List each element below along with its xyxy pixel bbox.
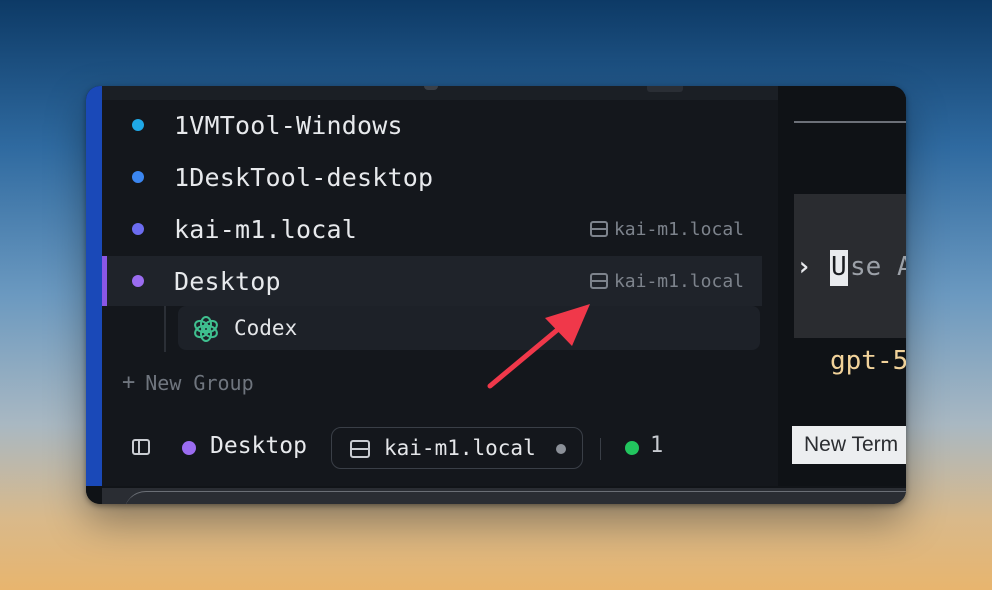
window-bottom-curve: [124, 491, 906, 504]
host-selector-button[interactable]: kai-m1.local: [331, 427, 583, 469]
partial-glyph: [424, 86, 438, 90]
sidebar-item-label: kai-m1.local: [174, 214, 358, 244]
workspace-label: Desktop: [210, 433, 307, 459]
window-accent-strip-bottom: [86, 486, 102, 504]
status-dot-icon: [132, 223, 144, 235]
host-status-dot: [556, 444, 566, 454]
sidebar-item-kai-m1-local[interactable]: kai-m1.local kai-m1.local: [102, 204, 762, 254]
new-group-button[interactable]: + New Group: [122, 370, 254, 395]
terminal-pane[interactable]: › U se A gpt-5 New Term: [778, 86, 906, 486]
sidebar-item-host-label: kai-m1.local: [613, 270, 744, 292]
sidebar-top-partial-row: [102, 86, 778, 100]
server-icon: [589, 221, 608, 237]
plus-icon: +: [122, 370, 136, 395]
app-window: 1VMTool-Windows 1DeskTool-desktop kai-m1…: [86, 86, 906, 504]
model-name: gpt-5: [830, 346, 906, 376]
openai-icon: [194, 316, 218, 342]
cursor-char: U: [831, 252, 847, 282]
sidebar-child-label: Codex: [234, 316, 298, 340]
sidebar-item-1vmtool-windows[interactable]: 1VMTool-Windows: [102, 100, 762, 150]
sidebar-item-host: kai-m1.local: [589, 218, 744, 240]
selection-indicator: [102, 256, 107, 306]
partial-badge: [647, 86, 683, 92]
active-count-dot: [625, 441, 639, 455]
sidebar-item-desktop[interactable]: Desktop kai-m1.local: [102, 256, 762, 306]
sidebar-item-1desktool-desktop[interactable]: 1DeskTool-desktop: [102, 152, 762, 202]
host-label: kai-m1.local: [384, 436, 536, 460]
sidebar-toggle-icon[interactable]: [132, 439, 150, 455]
sidebar-item-label: 1VMTool-Windows: [174, 110, 403, 140]
prompt-chevron: ›: [796, 252, 812, 282]
sidebar-child-codex[interactable]: Codex: [178, 306, 760, 350]
new-terminal-button[interactable]: New Term: [792, 426, 906, 464]
sidebar-item-label: Desktop: [174, 266, 281, 296]
sidebar-item-host: kai-m1.local: [589, 270, 744, 292]
terminal-rule: [794, 121, 906, 123]
status-dot-icon: [132, 275, 144, 287]
status-dot-icon: [132, 171, 144, 183]
active-count: 1: [650, 433, 664, 458]
text-cursor: U: [830, 250, 848, 286]
session-sidebar: 1VMTool-Windows 1DeskTool-desktop kai-m1…: [102, 86, 792, 408]
status-dot-icon: [132, 119, 144, 131]
statusbar-separator: [600, 438, 601, 460]
new-group-label: New Group: [145, 370, 254, 395]
workspace-status-dot: [182, 441, 196, 455]
input-placeholder: se A: [850, 252, 906, 282]
window-bottom-edge: [102, 488, 906, 504]
sidebar-item-label: 1DeskTool-desktop: [174, 162, 434, 192]
window-accent-strip: [86, 86, 102, 486]
server-icon: [350, 440, 370, 458]
sidebar-item-host-label: kai-m1.local: [613, 218, 744, 240]
tree-connector-line: [164, 306, 166, 352]
status-bar: Desktop kai-m1.local 1: [102, 408, 778, 486]
server-icon: [589, 273, 608, 289]
